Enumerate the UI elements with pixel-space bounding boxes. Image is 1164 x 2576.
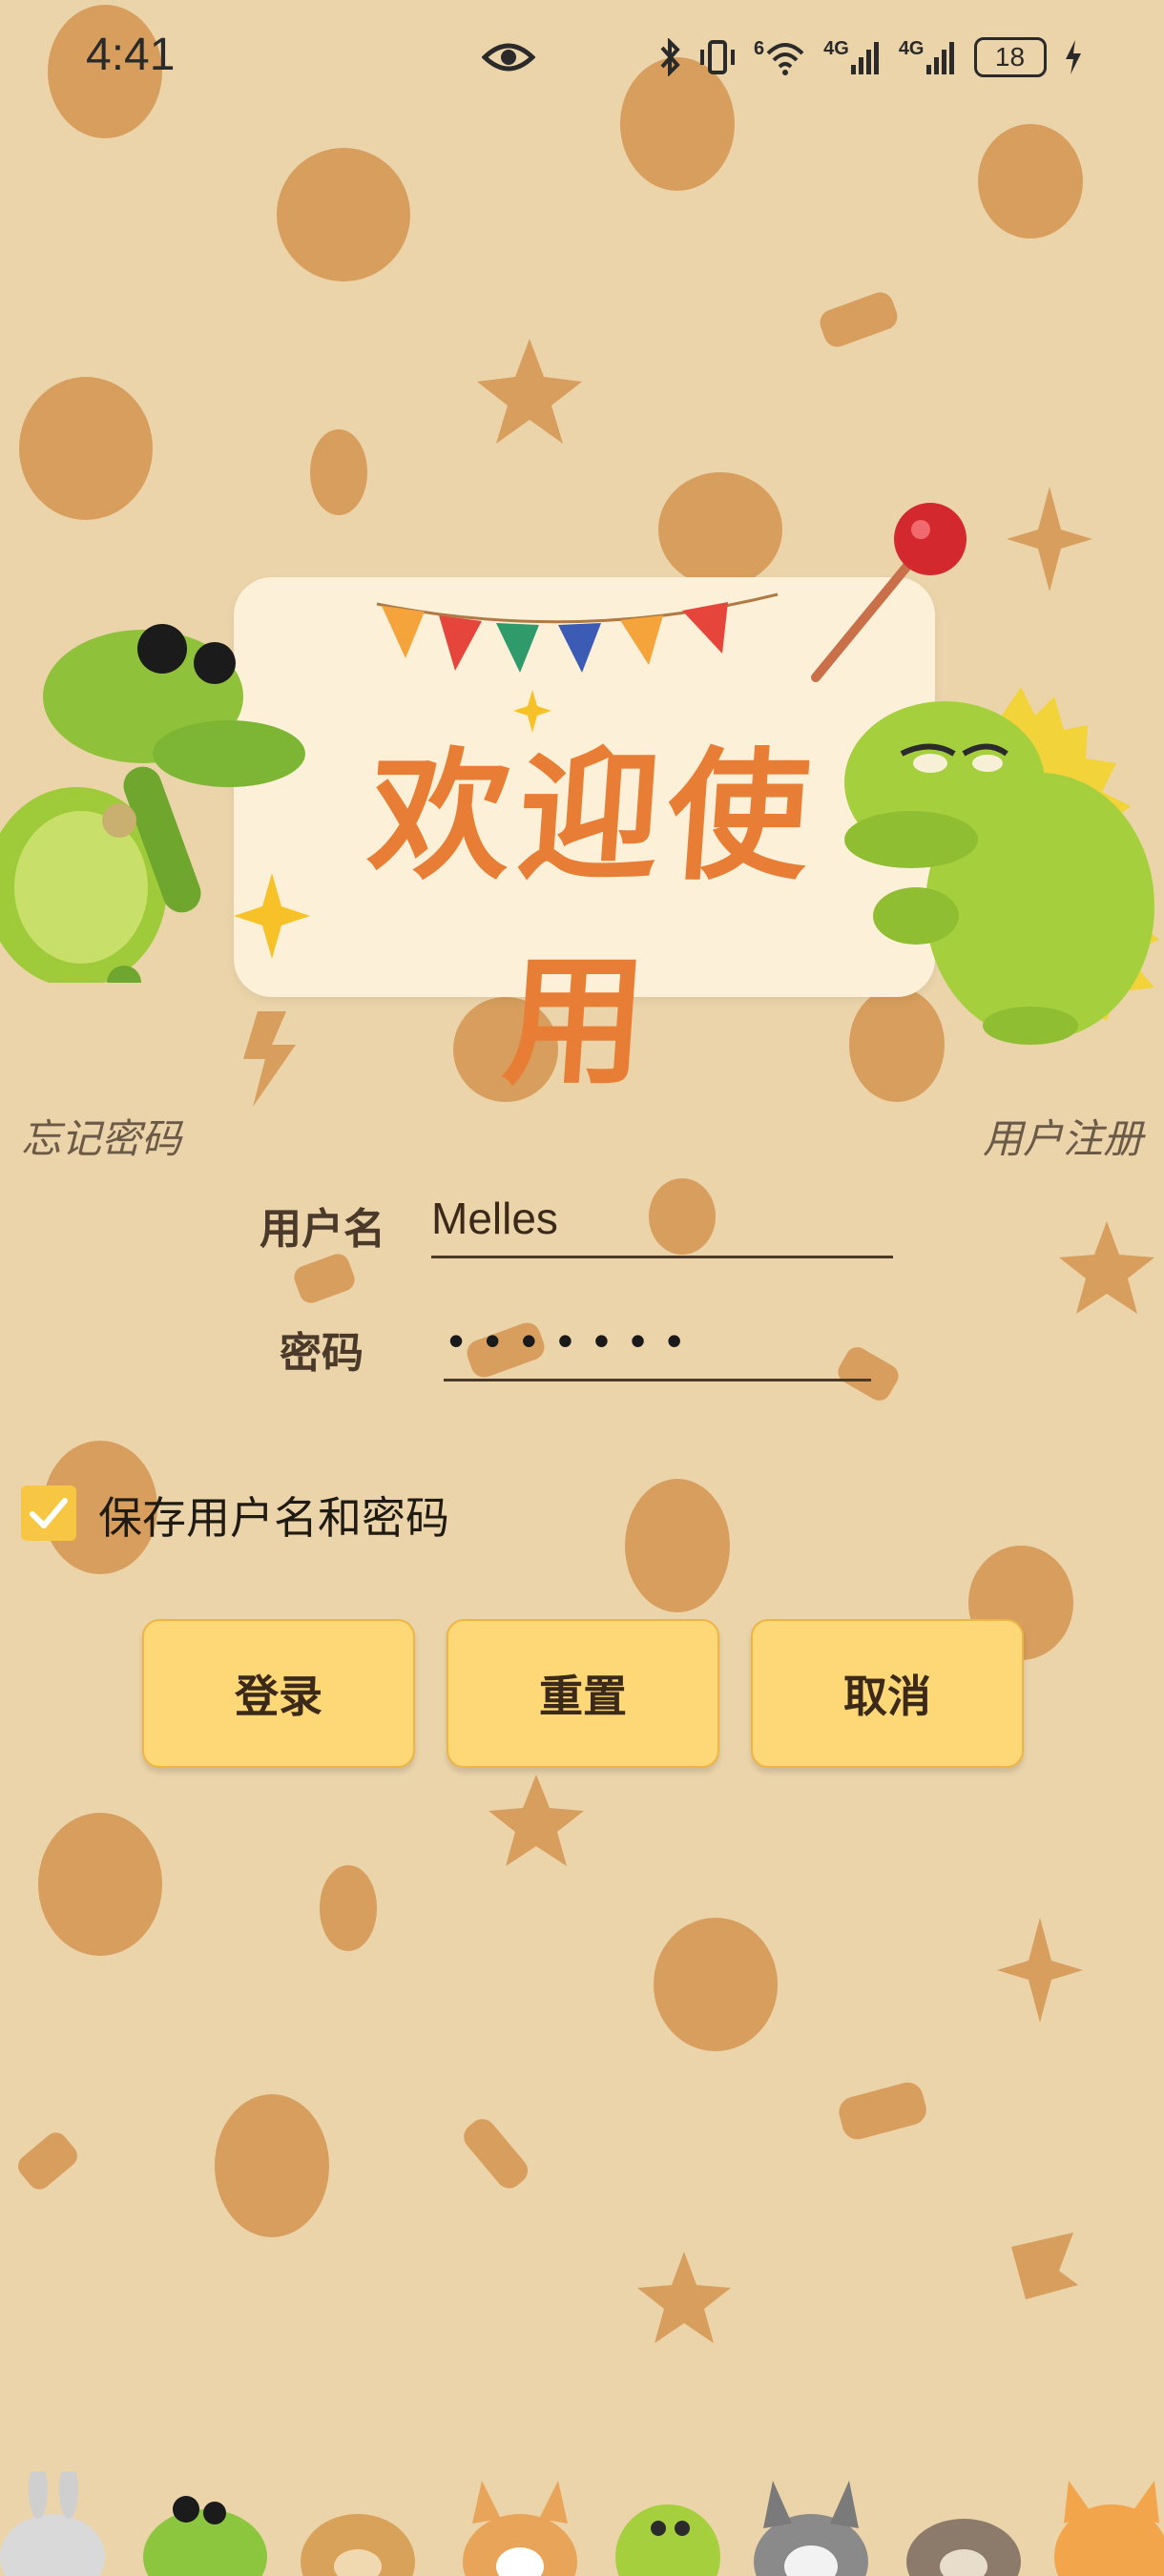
sparkle-icon <box>513 690 551 733</box>
charging-icon <box>1065 40 1081 74</box>
password-input[interactable]: ••••••• <box>448 1315 868 1372</box>
corgi-icon <box>463 2481 577 2576</box>
remember-label[interactable]: 保存用户名和密码 <box>98 1484 449 1547</box>
signal-bars-icon <box>925 42 954 74</box>
status-bar: 4:41 6 4G 4G 18 <box>0 0 1164 114</box>
username-underline <box>431 1256 893 1258</box>
signal-1: 4G <box>823 38 882 76</box>
status-time: 4:41 <box>86 30 176 80</box>
network-label-2: 4G <box>898 38 925 59</box>
bluetooth-icon <box>660 38 680 76</box>
hamster-icon <box>906 2519 1021 2576</box>
wifi-status: 6 <box>754 38 806 76</box>
register-link[interactable]: 用户注册 <box>983 1107 1143 1165</box>
forgot-password-link[interactable]: 忘记密码 <box>21 1107 181 1165</box>
crocodile-icon <box>143 2496 267 2576</box>
background-pattern <box>18 5 1154 2343</box>
eye-icon <box>482 43 535 72</box>
banner-title: 欢迎使用 <box>364 735 822 1104</box>
husky-icon <box>754 2481 868 2576</box>
checkmark-icon <box>30 1498 68 1528</box>
dinosaur-icon <box>615 2504 720 2576</box>
orange-cat-icon <box>1054 2481 1164 2576</box>
wifi-icon <box>766 43 804 75</box>
rabbit-icon <box>0 2471 105 2576</box>
remember-checkbox[interactable] <box>21 1485 76 1541</box>
login-button[interactable]: 登录 <box>142 1619 415 1768</box>
pennant-flags-icon <box>376 592 779 673</box>
cancel-button[interactable]: 取消 <box>751 1619 1024 1768</box>
sparkle-icon <box>234 873 310 959</box>
vibrate-icon <box>700 40 735 74</box>
battery-indicator: 18 <box>973 37 1047 77</box>
welcome-banner: 欢迎使用 <box>0 496 1164 1104</box>
username-label: 用户名 <box>260 1205 385 1254</box>
signal-bars-icon <box>850 42 879 74</box>
password-underline <box>444 1379 871 1381</box>
animal-characters-strip <box>0 2471 1164 2576</box>
signal-2: 4G <box>899 38 957 76</box>
network-label-1: 4G <box>823 38 849 59</box>
golden-dog-icon <box>301 2514 415 2576</box>
wifi-badge: 6 <box>754 38 765 59</box>
password-label: 密码 <box>280 1329 364 1378</box>
dinosaur-mascot-right <box>844 687 1159 1045</box>
username-input[interactable]: Melles <box>431 1193 889 1250</box>
reset-button[interactable]: 重置 <box>447 1619 719 1768</box>
status-icons: 6 4G 4G 18 <box>658 29 1083 86</box>
